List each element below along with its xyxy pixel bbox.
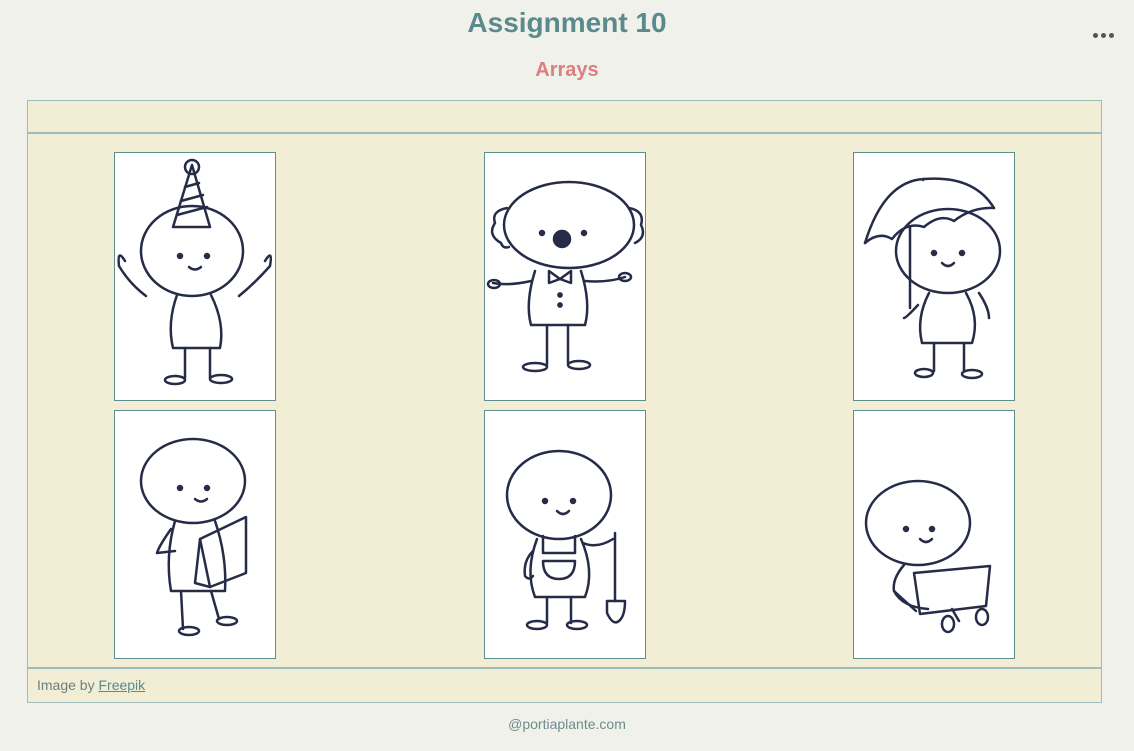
panel-header — [28, 101, 1101, 134]
clown-figure-icon — [486, 180, 645, 373]
image-attribution: Image by Freepik — [28, 667, 1101, 702]
page-subtitle: Arrays — [535, 59, 599, 81]
image-gallery-panel: Image by Freepik — [27, 100, 1102, 703]
attribution-label: Image by — [37, 677, 95, 693]
more-menu-button[interactable] — [1086, 24, 1120, 46]
freepik-link[interactable]: Freepik — [98, 677, 145, 693]
more-horizontal-icon — [1092, 32, 1098, 38]
page-title: Assignment 10 — [467, 7, 667, 38]
gallery-card[interactable] — [114, 410, 276, 659]
gallery-card[interactable] — [853, 152, 1015, 401]
umbrella-figure-icon — [863, 177, 1002, 380]
gallery-card[interactable] — [484, 152, 646, 401]
more-horizontal-icon — [1100, 32, 1106, 38]
gallery-card[interactable] — [114, 152, 276, 401]
laptop-figure-icon — [864, 479, 992, 634]
reading-figure-icon — [139, 437, 248, 637]
gallery-card[interactable] — [853, 410, 1015, 659]
party-hat-figure-icon — [117, 158, 273, 386]
site-credit: @portiaplante.com — [508, 716, 626, 732]
gallery-card[interactable] — [484, 410, 646, 659]
gardener-figure-icon — [505, 449, 627, 631]
more-horizontal-icon — [1108, 32, 1114, 38]
